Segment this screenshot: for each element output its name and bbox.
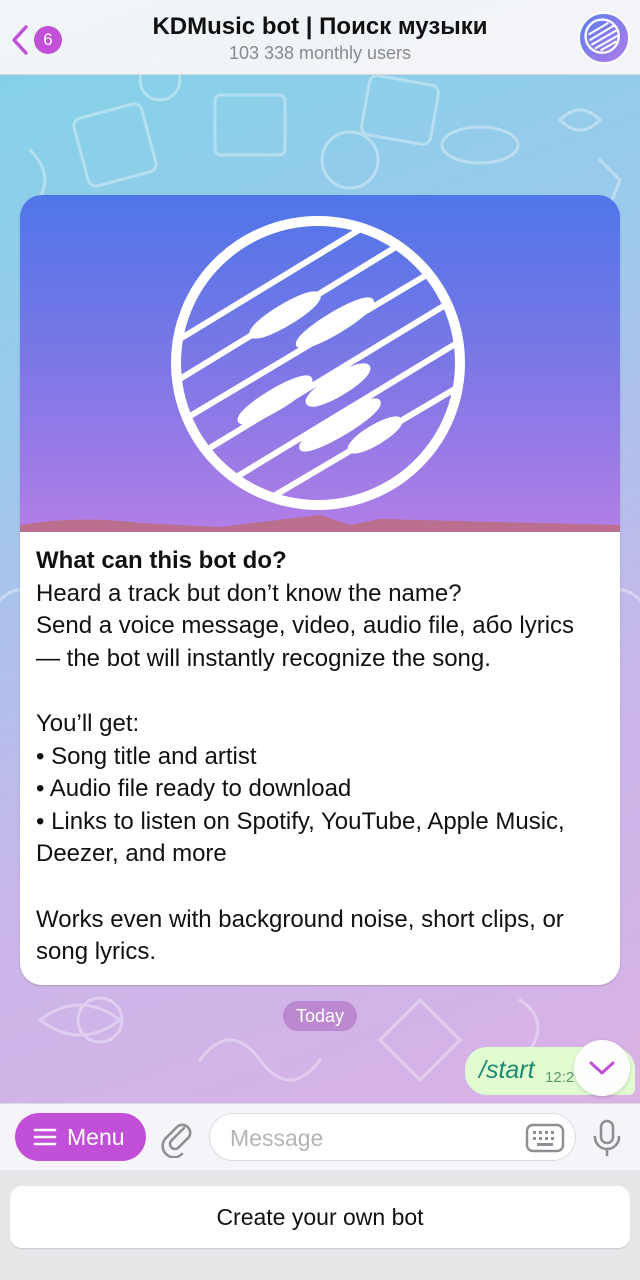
hamburger-icon	[33, 1128, 57, 1146]
bot-keyboard-panel: Create your own bot	[0, 1170, 640, 1280]
bot-description-card: What can this bot do? Heard a track but …	[20, 195, 620, 985]
bot-avatar[interactable]	[578, 12, 630, 64]
description-line: • Song title and artist	[36, 742, 257, 770]
chat-subtitle: 103 338 monthly users	[228, 43, 412, 63]
description-line: — the bot will instantly recognize the s…	[36, 644, 491, 672]
message-input[interactable]	[228, 1122, 512, 1154]
bot-logo-icon	[584, 18, 620, 54]
description-line: • Audio file ready to download	[36, 775, 352, 803]
chat-title-area[interactable]: KDMusic bot | Поиск музыки 103 338 month…	[90, 12, 550, 64]
bot-logo-large-icon	[20, 216, 620, 532]
message-time: 12:2	[545, 1069, 575, 1086]
menu-button-label: Menu	[67, 1123, 125, 1150]
unread-badge: 6	[34, 26, 62, 54]
description-line: • Links to listen on Spotify, YouTube, A…	[36, 807, 565, 835]
date-separator: Today	[283, 1001, 357, 1031]
outgoing-message-text[interactable]: /start	[479, 1056, 535, 1085]
create-your-own-bot-button[interactable]: Create your own bot	[10, 1186, 630, 1248]
keyboard-icon[interactable]	[525, 1123, 565, 1153]
message-field[interactable]	[209, 1113, 576, 1161]
menu-button[interactable]: Menu	[15, 1113, 146, 1161]
microphone-icon[interactable]	[590, 1118, 624, 1158]
description-line: You’ll get:	[36, 709, 140, 737]
back-button[interactable]: 6	[8, 20, 62, 60]
description-line: Heard a track but don’t know the name?	[36, 579, 462, 607]
message-input-bar: Menu	[0, 1103, 640, 1170]
description-line: song lyrics.	[36, 938, 157, 966]
bot-cover-image	[20, 195, 620, 532]
description-heading: What can this bot do?	[36, 547, 287, 574]
description-line: Send a voice message, video, audio file,…	[36, 612, 575, 640]
description-line: Works even with background noise, short …	[36, 905, 564, 933]
chevron-down-icon	[589, 1061, 615, 1075]
paperclip-icon[interactable]	[160, 1118, 196, 1158]
chat-title: KDMusic bot | Поиск музыки	[152, 13, 488, 40]
description-line: Deezer, and more	[36, 840, 227, 868]
scroll-down-button[interactable]	[574, 1040, 630, 1096]
chevron-left-icon	[12, 25, 28, 55]
chat-header: 6 KDMusic bot | Поиск музыки 103 338 mon…	[0, 0, 640, 75]
bot-description-text: What can this bot do? Heard a track but …	[36, 545, 606, 969]
